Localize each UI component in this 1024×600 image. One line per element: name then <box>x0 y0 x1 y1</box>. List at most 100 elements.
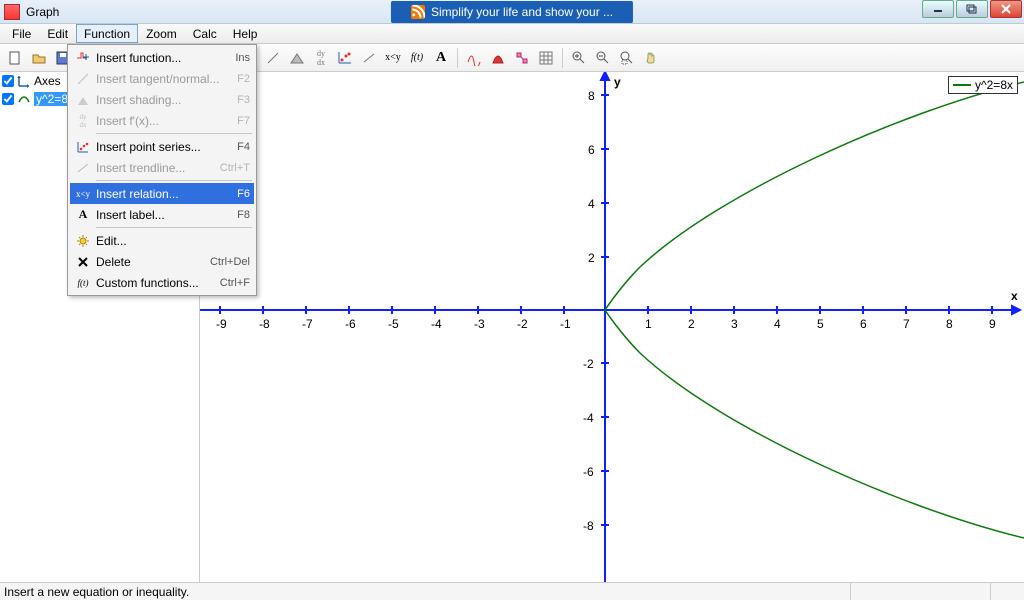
app-icon <box>4 4 20 20</box>
menu-insert-tangent: Insert tangent/normal... F2 <box>70 68 254 89</box>
svg-text:4: 4 <box>588 197 595 211</box>
svg-text:-7: -7 <box>302 317 313 331</box>
menu-bar: File Edit Function Zoom Calc Help <box>0 24 1024 44</box>
legend-label: y^2=8x <box>975 78 1013 92</box>
insert-tangent-icon[interactable] <box>262 47 284 69</box>
svg-text:-6: -6 <box>345 317 356 331</box>
title-bar: Graph Simplify your life and show your .… <box>0 0 1024 24</box>
menu-calc[interactable]: Calc <box>185 24 225 43</box>
insert-ft-icon[interactable]: f(t) <box>406 47 428 69</box>
svg-text:8: 8 <box>946 317 953 331</box>
svg-text:5: 5 <box>817 317 824 331</box>
delete-icon <box>74 255 92 269</box>
tangent-icon <box>74 72 92 86</box>
menu-insert-points[interactable]: Insert point series... F4 <box>70 136 254 157</box>
menu-zoom[interactable]: Zoom <box>138 24 185 43</box>
trend-icon <box>74 161 92 175</box>
menu-insert-relation[interactable]: x<y Insert relation... F6 <box>70 183 254 204</box>
custom-icon: f(t) <box>74 278 92 288</box>
gear-icon <box>74 234 92 248</box>
zoom-out-icon[interactable] <box>592 47 614 69</box>
svg-text:-9: -9 <box>216 317 227 331</box>
svg-text:9: 9 <box>989 317 996 331</box>
curve-checkbox[interactable] <box>2 93 14 105</box>
svg-text:1: 1 <box>645 317 652 331</box>
banner-text: Simplify your life and show your ... <box>431 5 613 19</box>
shade-icon <box>74 93 92 107</box>
svg-text:6: 6 <box>860 317 867 331</box>
svg-text:-4: -4 <box>583 411 594 425</box>
menu-edit[interactable]: Edit <box>39 24 76 43</box>
menu-insert-trendline: Insert trendline... Ctrl+T <box>70 157 254 178</box>
svg-text:y: y <box>614 75 621 89</box>
status-cell-3 <box>990 583 1020 600</box>
close-button[interactable] <box>990 0 1022 18</box>
legend-swatch <box>953 84 971 86</box>
maximize-button[interactable] <box>956 0 988 18</box>
insert-shading-icon[interactable] <box>286 47 308 69</box>
window-controls <box>922 0 1022 18</box>
points-icon <box>74 140 92 154</box>
svg-text:6: 6 <box>588 143 595 157</box>
menu-function[interactable]: Function <box>76 24 138 43</box>
svg-text:-3: -3 <box>474 317 485 331</box>
zoom-window-icon[interactable] <box>616 47 638 69</box>
status-cell-2 <box>850 583 990 600</box>
legend: y^2=8x <box>948 76 1018 94</box>
insert-relation-icon[interactable]: x<y <box>382 47 404 69</box>
zoom-in-icon[interactable] <box>568 47 590 69</box>
insert-label-icon[interactable]: A <box>430 47 452 69</box>
menu-sep <box>96 133 252 134</box>
open-icon[interactable] <box>28 47 50 69</box>
insert-points-icon[interactable] <box>334 47 356 69</box>
svg-text:4: 4 <box>774 317 781 331</box>
menu-insert-function[interactable]: Insert function... Ins <box>70 47 254 68</box>
graph-area[interactable]: -9 -8 -7 -6 -5 -4 -3 -2 -1 1 2 3 4 5 6 7 8 9 8 6 4 2 -2 -4 -6… <box>200 72 1024 582</box>
deriv-icon: dydx <box>74 113 92 129</box>
fx-icon <box>74 51 92 65</box>
toolbar-sep <box>562 48 563 68</box>
insert-trendline-icon[interactable] <box>358 47 380 69</box>
menu-insert-label[interactable]: A Insert label... F8 <box>70 204 254 225</box>
menu-file[interactable]: File <box>4 24 39 43</box>
status-bar: Insert a new equation or inequality. <box>0 582 1024 600</box>
svg-text:-4: -4 <box>431 317 442 331</box>
svg-text:-2: -2 <box>517 317 528 331</box>
eval-icon[interactable] <box>511 47 533 69</box>
svg-text:-5: -5 <box>388 317 399 331</box>
svg-text:2: 2 <box>588 251 595 265</box>
svg-text:-6: -6 <box>583 465 594 479</box>
graph-canvas: -9 -8 -7 -6 -5 -4 -3 -2 -1 1 2 3 4 5 6 7 8 9 8 6 4 2 -2 -4 -6… <box>200 72 1024 582</box>
menu-custom-functions[interactable]: f(t) Custom functions... Ctrl+F <box>70 272 254 293</box>
banner[interactable]: Simplify your life and show your ... <box>391 1 633 23</box>
menu-insert-derivative: dydx Insert f'(x)... F7 <box>70 110 254 131</box>
function-menu-dropdown: Insert function... Ins Insert tangent/no… <box>67 44 257 296</box>
menu-insert-shading: Insert shading... F3 <box>70 89 254 110</box>
svg-text:2: 2 <box>688 317 695 331</box>
label-icon: A <box>74 207 92 222</box>
menu-help[interactable]: Help <box>225 24 266 43</box>
svg-text:x: x <box>1011 289 1018 303</box>
status-text: Insert a new equation or inequality. <box>4 585 850 599</box>
curve-icon <box>16 91 32 107</box>
menu-sep <box>96 180 252 181</box>
insert-deriv-icon[interactable]: dydx <box>310 47 332 69</box>
svg-text:-8: -8 <box>259 317 270 331</box>
minimize-button[interactable] <box>922 0 954 18</box>
svg-text:-1: -1 <box>560 317 571 331</box>
axes-checkbox[interactable] <box>2 75 14 87</box>
window-title: Graph <box>26 5 59 19</box>
menu-sep <box>96 227 252 228</box>
menu-edit-item[interactable]: Edit... <box>70 230 254 251</box>
pan-icon[interactable] <box>640 47 662 69</box>
svg-text:3: 3 <box>731 317 738 331</box>
rss-icon <box>411 5 425 19</box>
trace-icon[interactable] <box>463 47 485 69</box>
svg-text:-2: -2 <box>583 357 594 371</box>
svg-text:7: 7 <box>903 317 910 331</box>
area-icon[interactable] <box>487 47 509 69</box>
menu-delete[interactable]: Delete Ctrl+Del <box>70 251 254 272</box>
new-icon[interactable] <box>4 47 26 69</box>
svg-text:8: 8 <box>588 89 595 103</box>
table-icon[interactable] <box>535 47 557 69</box>
